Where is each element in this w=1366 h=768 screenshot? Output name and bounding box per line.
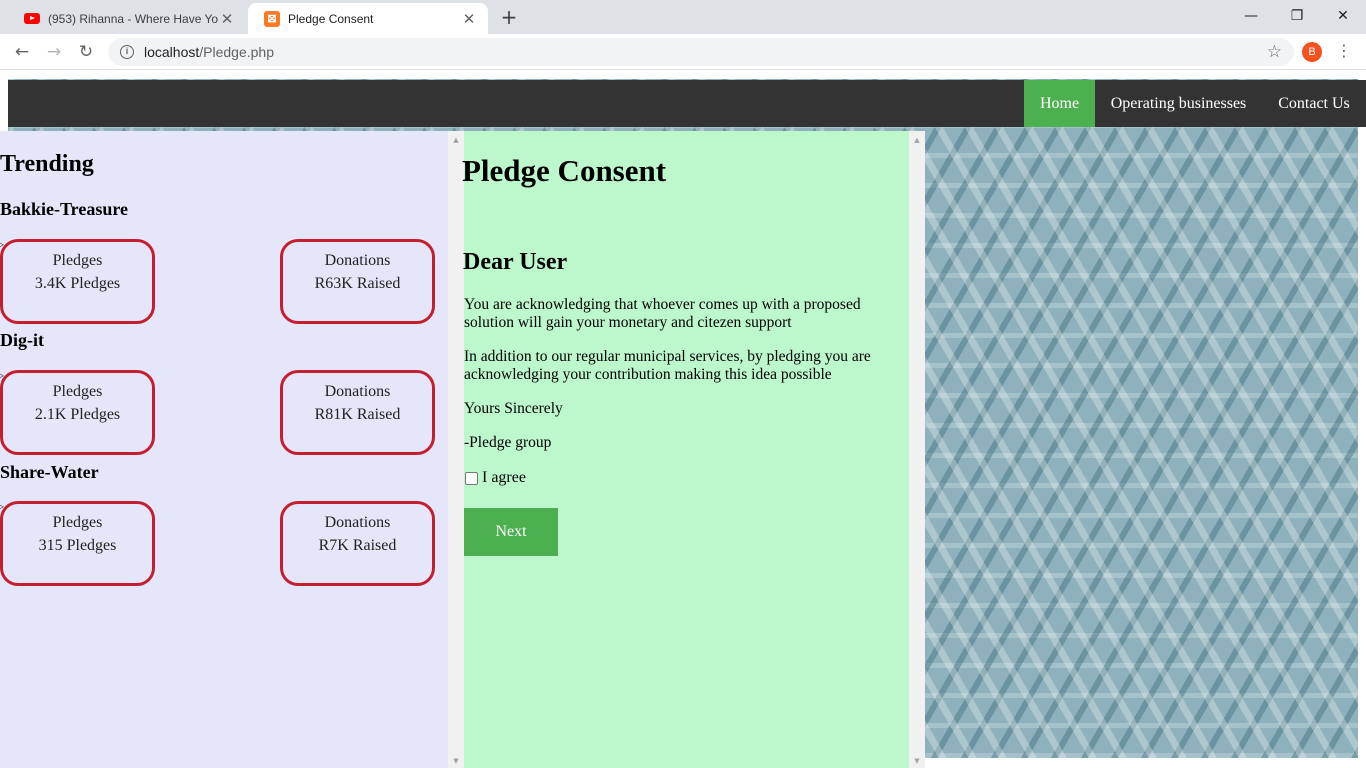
donations-label: Donations [324, 252, 391, 269]
agree-label[interactable]: I agree [482, 469, 526, 487]
tab-title: Pledge Consent [288, 11, 374, 26]
agree-checkbox[interactable] [465, 471, 478, 485]
close-window-button[interactable]: ✕ [1320, 4, 1366, 28]
browser-tab-pledge-consent[interactable]: ⊠ Pledge Consent ✕ [248, 3, 488, 34]
pledges-label: Pledges [52, 514, 103, 531]
url-path: /Pledge.php [199, 44, 274, 60]
xampp-icon: ⊠ [264, 10, 280, 27]
greeting-heading: Dear User [463, 249, 568, 275]
close-tab-icon[interactable]: ✕ [460, 10, 478, 28]
scroll-up-arrow-icon[interactable]: ▲ [448, 136, 464, 144]
page-title: Pledge Consent [462, 153, 667, 188]
address-bar[interactable]: i localhost/Pledge.php ☆ [108, 38, 1294, 66]
donations-value: R63K Raised [314, 275, 401, 292]
minimize-button[interactable]: — [1228, 4, 1274, 28]
pledges-value: 2.1K Pledges [34, 406, 121, 423]
close-tab-icon[interactable]: ✕ [218, 10, 236, 28]
agree-row: I agree [464, 469, 526, 487]
donations-label: Donations [324, 514, 391, 531]
forward-arrow-icon[interactable]: → [42, 40, 66, 64]
consent-panel: Pledge Consent Dear User You are acknowl… [462, 131, 909, 768]
browser-tab-strip: (953) Rihanna - Where Have You Been ✕ ⊠ … [0, 0, 1366, 34]
maximize-button[interactable]: ❐ [1274, 4, 1320, 28]
project-name[interactable]: Dig-it [0, 330, 44, 351]
consent-panel-scrollbar[interactable]: ▲ ▼ [909, 131, 925, 768]
donations-card[interactable]: Donations R63K Raised [280, 239, 435, 324]
nav-home[interactable]: Home [1024, 80, 1095, 127]
browser-toolbar: ← → ↻ i localhost/Pledge.php ☆ B ⋮ [0, 34, 1366, 70]
donations-card[interactable]: Donations R81K Raised [280, 370, 435, 455]
nav-contact-us[interactable]: Contact Us [1262, 80, 1366, 127]
nav-operating-businesses[interactable]: Operating businesses [1095, 80, 1262, 127]
donations-card[interactable]: Donations R7K Raised [280, 501, 435, 586]
browser-tab-youtube[interactable]: (953) Rihanna - Where Have You Been ✕ [8, 3, 246, 34]
donations-label: Donations [324, 383, 391, 400]
url-text: localhost/Pledge.php [144, 44, 274, 60]
url-host: localhost [144, 44, 200, 60]
project-name[interactable]: Bakkie-Treasure [0, 199, 128, 220]
pledges-label: Pledges [52, 252, 103, 269]
profile-avatar[interactable]: B [1302, 42, 1322, 62]
signature-text: -Pledge group [464, 434, 552, 451]
trending-panel: Trending Bakkie-Treasure > Pledges 3.4K … [0, 131, 448, 768]
page-viewport: Home Operating businesses Contact Us Tre… [0, 71, 1366, 768]
youtube-icon [24, 13, 40, 24]
site-navbar: Home Operating businesses Contact Us [8, 80, 1366, 127]
reload-icon[interactable]: ↻ [74, 40, 98, 64]
trending-heading: Trending [0, 151, 94, 177]
consent-paragraph: You are acknowledging that whoever comes… [464, 296, 861, 331]
pledges-value: 315 Pledges [38, 537, 117, 554]
sign-off-text: Yours Sincerely [464, 400, 563, 417]
scroll-up-arrow-icon[interactable]: ▲ [909, 136, 925, 144]
pledges-card[interactable]: Pledges 3.4K Pledges [0, 239, 155, 324]
new-tab-button[interactable]: + [498, 6, 520, 28]
donations-value: R7K Raised [318, 537, 397, 554]
left-panel-scrollbar[interactable]: ▲ ▼ [448, 131, 464, 768]
pledges-label: Pledges [52, 383, 103, 400]
pledges-card[interactable]: Pledges 2.1K Pledges [0, 370, 155, 455]
scroll-down-arrow-icon[interactable]: ▼ [909, 757, 925, 765]
consent-paragraph: In addition to our regular municipal ser… [464, 348, 871, 383]
pledges-card[interactable]: Pledges 315 Pledges [0, 501, 155, 586]
next-button[interactable]: Next [464, 508, 558, 556]
donations-value: R81K Raised [314, 406, 401, 423]
kebab-menu-icon[interactable]: ⋮ [1334, 41, 1354, 60]
info-icon[interactable]: i [120, 45, 134, 59]
pledges-value: 3.4K Pledges [34, 275, 121, 292]
scroll-down-arrow-icon[interactable]: ▼ [448, 757, 464, 765]
project-name[interactable]: Share-Water [0, 462, 99, 483]
tab-title: (953) Rihanna - Where Have You Been [48, 11, 218, 26]
bookmark-star-icon[interactable]: ☆ [1267, 42, 1282, 62]
back-arrow-icon[interactable]: ← [10, 40, 34, 64]
